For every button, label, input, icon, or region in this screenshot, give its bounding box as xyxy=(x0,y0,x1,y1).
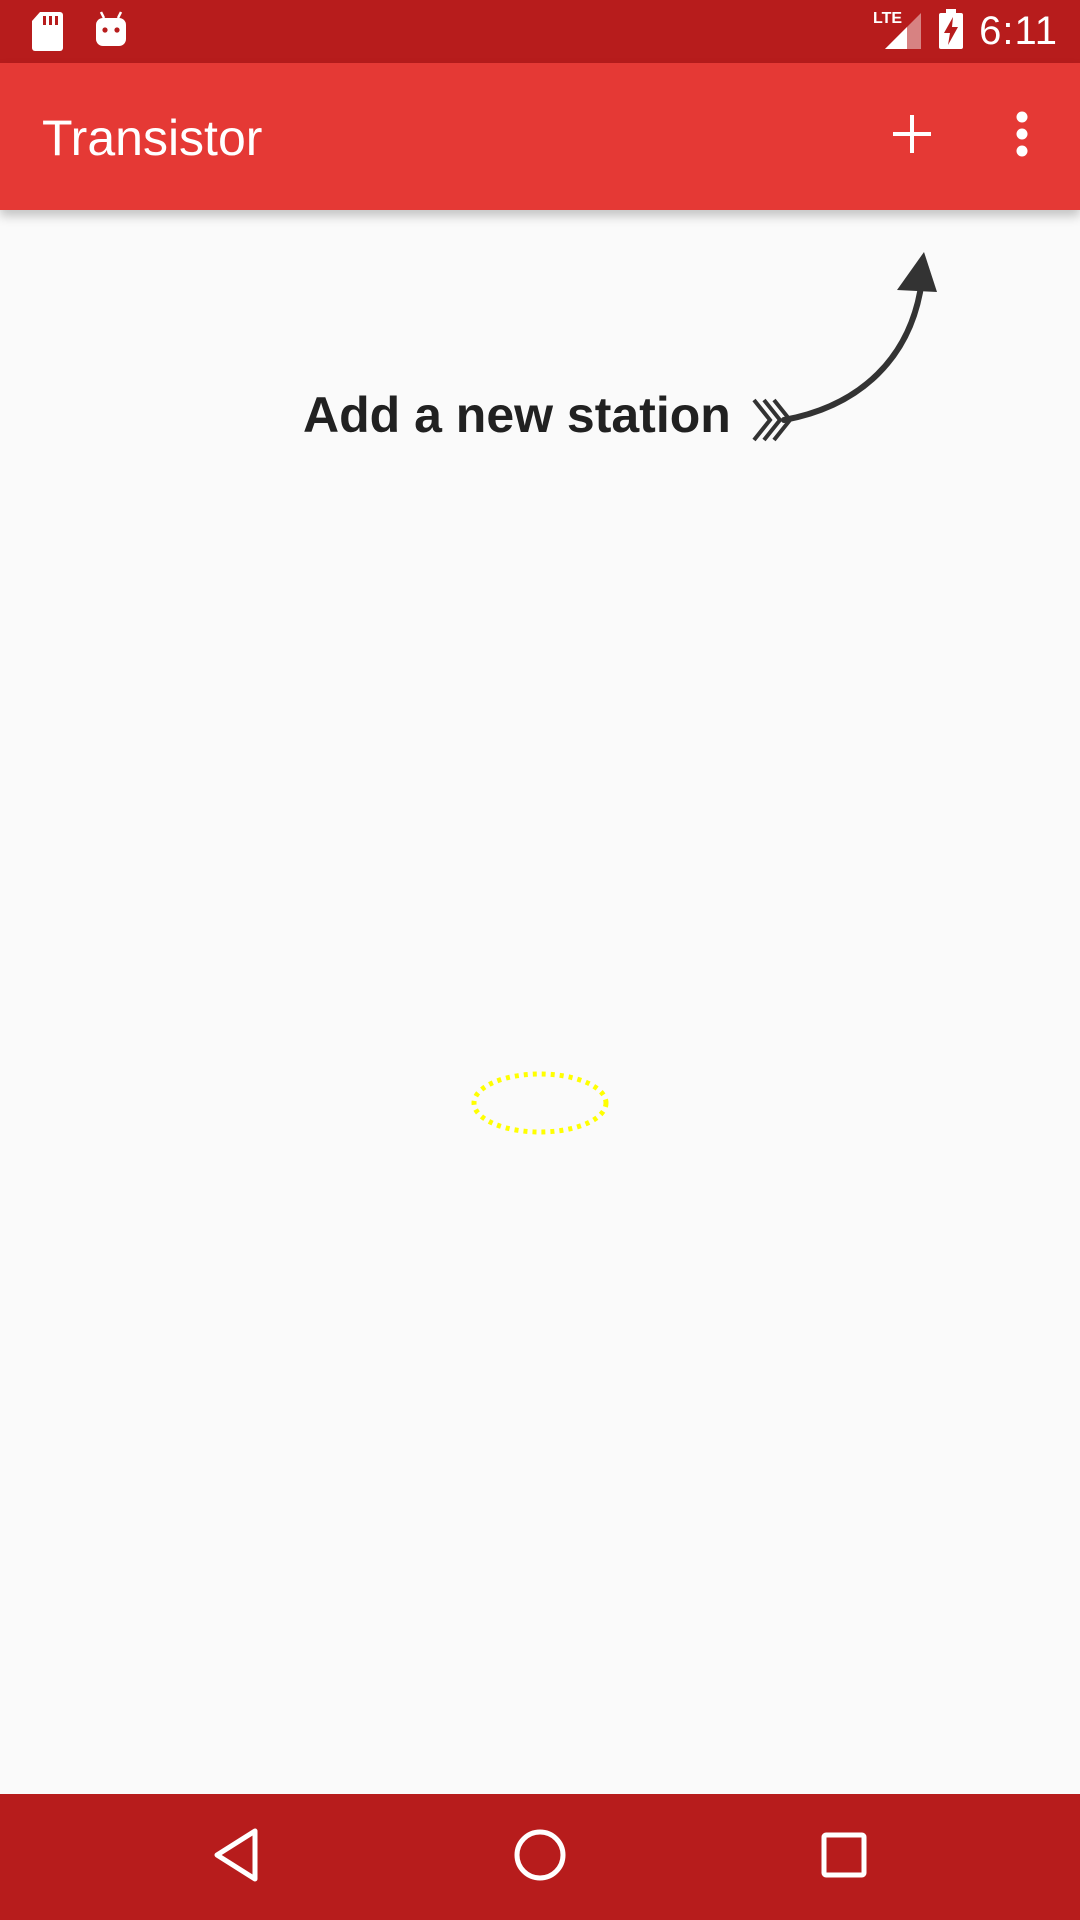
lte-signal-icon: LTE xyxy=(873,7,923,56)
recents-button[interactable] xyxy=(804,1817,884,1897)
curved-arrow-icon xyxy=(740,240,950,450)
app-title: Transistor xyxy=(42,110,263,166)
battery-charging-icon xyxy=(937,8,965,55)
sd-card-icon xyxy=(30,10,64,57)
more-vert-icon xyxy=(1015,111,1029,162)
recents-icon xyxy=(820,1831,868,1884)
add-station-hint: Add a new station xyxy=(303,387,731,443)
status-time: 6:11 xyxy=(979,9,1058,53)
home-icon xyxy=(513,1828,567,1887)
back-icon xyxy=(211,1827,261,1888)
plus-icon xyxy=(891,113,933,160)
home-button[interactable] xyxy=(500,1817,580,1897)
status-left-icons xyxy=(30,10,128,57)
status-bar: LTE 6:11 xyxy=(0,0,1080,63)
navigation-bar xyxy=(0,1794,1080,1920)
dotted-ring-icon xyxy=(470,1070,610,1136)
back-button[interactable] xyxy=(196,1817,276,1897)
status-right-icons: LTE 6:11 xyxy=(873,0,1058,63)
android-icon xyxy=(94,10,128,57)
overflow-menu-button[interactable] xyxy=(982,96,1062,176)
app-bar: Transistor xyxy=(0,63,1080,210)
add-station-button[interactable] xyxy=(872,96,952,176)
screen: LTE 6:11 Transistor Add a new station xyxy=(0,0,1080,1920)
network-label: LTE xyxy=(873,10,902,27)
